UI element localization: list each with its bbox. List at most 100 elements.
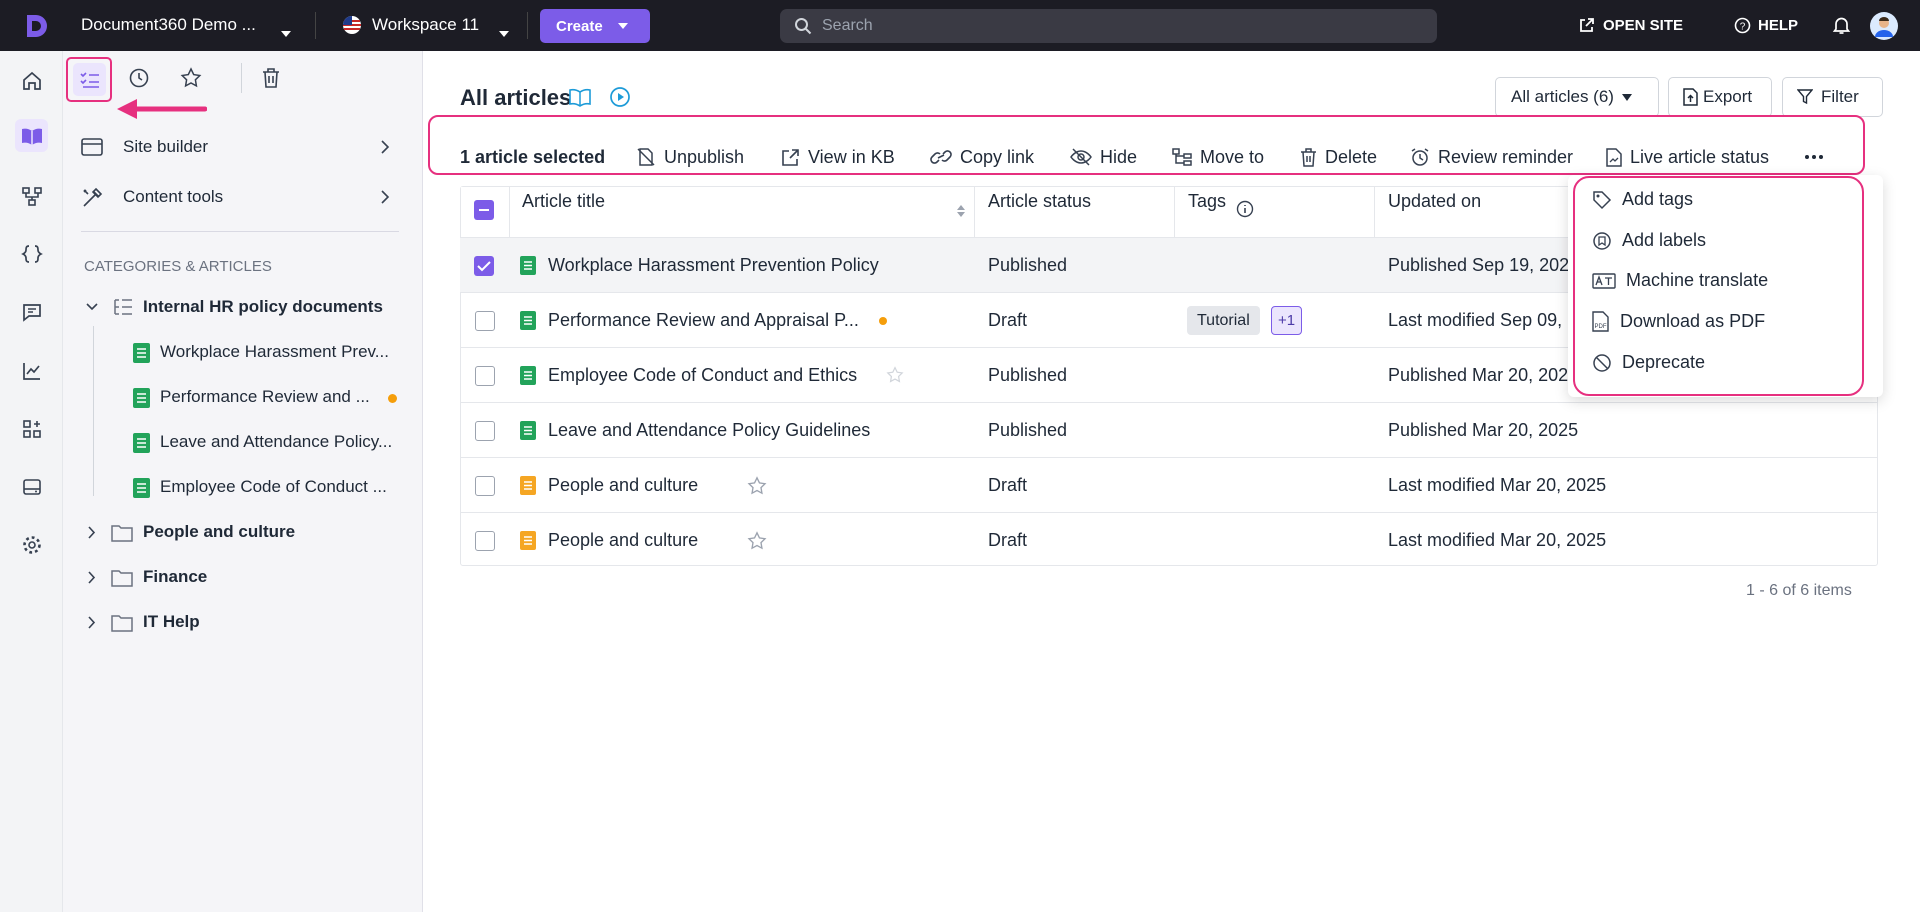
row-checkbox[interactable] [475,476,495,496]
table-row[interactable]: People and culture Draft Last modified M… [460,457,1878,512]
row-checkbox[interactable] [475,366,495,386]
info-icon[interactable] [1236,200,1254,218]
chevron-down-icon [617,23,628,29]
doc-green-icon [520,366,536,385]
menu-machine-translate[interactable]: Machine translate [1592,270,1768,291]
help-link[interactable]: HELP [1758,17,1798,34]
search-input[interactable]: Search [822,17,873,35]
rail-home[interactable] [15,64,48,97]
tree-article[interactable]: Employee Code of Conduct ... [63,475,413,501]
tab-recent[interactable] [128,67,150,94]
tree-folder-label: IT Help [143,612,200,631]
tree-category-root[interactable]: Internal HR policy documents [63,295,413,321]
tree-folder[interactable]: Finance [63,565,413,591]
tree-article[interactable]: Leave and Attendance Policy... [63,430,413,456]
view-filter-dropdown[interactable]: All articles (6) [1495,77,1659,117]
live-article-status-action[interactable]: Live article status [1606,139,1769,175]
rail-workflow[interactable] [15,179,48,212]
sort-icon[interactable] [956,204,966,218]
tree-folder[interactable]: People and culture [63,520,413,546]
article-updated: Published Mar 20, 2025 [1388,365,1579,385]
project-name[interactable]: Document360 Demo ... [81,15,256,35]
search-bar[interactable]: Search [780,9,1437,43]
filter-button[interactable]: Filter [1782,77,1883,117]
eye-off-icon [1070,148,1092,166]
rail-widgets[interactable] [15,470,48,503]
rail-analytics[interactable] [15,354,48,387]
workspace-selector[interactable]: Workspace 11 [372,15,479,35]
external-link-icon [782,148,799,166]
content-tools-item[interactable]: Content tools [63,181,403,213]
site-builder-item[interactable]: Site builder [63,131,403,163]
tab-recycle-bin[interactable] [261,67,281,94]
chart-line-icon [22,362,40,380]
delete-action[interactable]: Delete [1300,139,1377,175]
rail-integrations[interactable] [15,412,48,445]
row-checkbox[interactable] [475,531,495,551]
divider [527,12,528,39]
article-title[interactable]: Workplace Harassment Prevention Policy [548,238,879,293]
export-label: Export [1703,87,1753,106]
book-open-icon[interactable] [568,86,592,108]
tree-article-label: Leave and Attendance Policy... [160,432,393,451]
article-title[interactable]: People and culture [548,513,698,568]
article-title[interactable]: Leave and Attendance Policy Guidelines [548,403,870,458]
play-circle-icon[interactable] [609,86,631,108]
move-to-action[interactable]: Move to [1172,139,1264,175]
col-header-status[interactable]: Article status [988,191,1091,212]
col-header-tags[interactable]: Tags [1188,191,1226,212]
rail-feedback[interactable] [15,295,48,328]
menu-download-pdf[interactable]: PDF Download as PDF [1592,311,1765,332]
star-icon[interactable] [747,531,767,551]
star-icon[interactable] [747,476,767,496]
link-icon [930,150,952,164]
export-button[interactable]: Export [1668,77,1772,117]
col-header-updated[interactable]: Updated on [1388,191,1481,212]
tree-folder[interactable]: IT Help [63,610,413,636]
article-updated: Published Sep 19, 2025 [1388,255,1580,275]
divider [81,231,399,232]
create-button[interactable]: Create [540,9,650,43]
article-updated: Last modified Mar 20, 2025 [1388,475,1607,495]
menu-add-labels[interactable]: Add labels [1592,230,1706,251]
more-actions-button[interactable] [1804,139,1824,175]
user-avatar[interactable] [1870,12,1898,45]
copy-link-action[interactable]: Copy link [930,139,1034,175]
select-all-checkbox[interactable] [474,200,494,220]
highlight-box [66,57,112,102]
doc-green-icon [520,421,536,440]
row-checkbox[interactable] [475,311,495,331]
article-title[interactable]: Employee Code of Conduct and Ethics [548,348,857,403]
unpublish-action[interactable]: Unpublish [636,139,744,175]
table-row[interactable]: People and culture Draft Last modified M… [460,512,1878,567]
bell-icon[interactable] [1832,15,1851,40]
svg-text:PDF: PDF [1595,324,1607,330]
review-reminder-action[interactable]: Review reminder [1410,139,1573,175]
tree-article[interactable]: Performance Review and ... [63,385,413,411]
star-icon[interactable] [886,366,904,384]
tag-chip[interactable]: Tutorial [1187,306,1260,335]
file-export-icon [1683,88,1698,106]
open-site-link[interactable]: OPEN SITE [1603,17,1683,34]
menu-deprecate[interactable]: Deprecate [1592,352,1705,373]
rail-settings[interactable] [15,528,48,561]
article-title[interactable]: People and culture [548,458,698,513]
view-in-kb-action[interactable]: View in KB [781,139,895,175]
rail-api-docs[interactable] [15,237,48,270]
article-title[interactable]: Performance Review and Appraisal P... [548,293,859,348]
chevron-down-icon[interactable] [280,22,292,43]
hide-action[interactable]: Hide [1070,139,1137,175]
chevron-down-icon[interactable] [498,22,510,43]
site-builder-label: Site builder [123,137,209,156]
menu-label: Download as PDF [1620,311,1766,331]
row-checkbox[interactable] [474,256,494,276]
document360-logo-icon[interactable] [22,12,50,45]
row-checkbox[interactable] [475,421,495,441]
menu-add-tags[interactable]: Add tags [1592,189,1693,210]
table-row[interactable]: Leave and Attendance Policy Guidelines P… [460,402,1878,457]
tree-article[interactable]: Workplace Harassment Prev... [63,340,413,366]
col-header-title[interactable]: Article title [522,191,605,212]
rail-knowledge-base[interactable] [15,119,48,152]
tab-starred[interactable] [180,67,202,94]
tag-more-chip[interactable]: +1 [1271,306,1303,335]
